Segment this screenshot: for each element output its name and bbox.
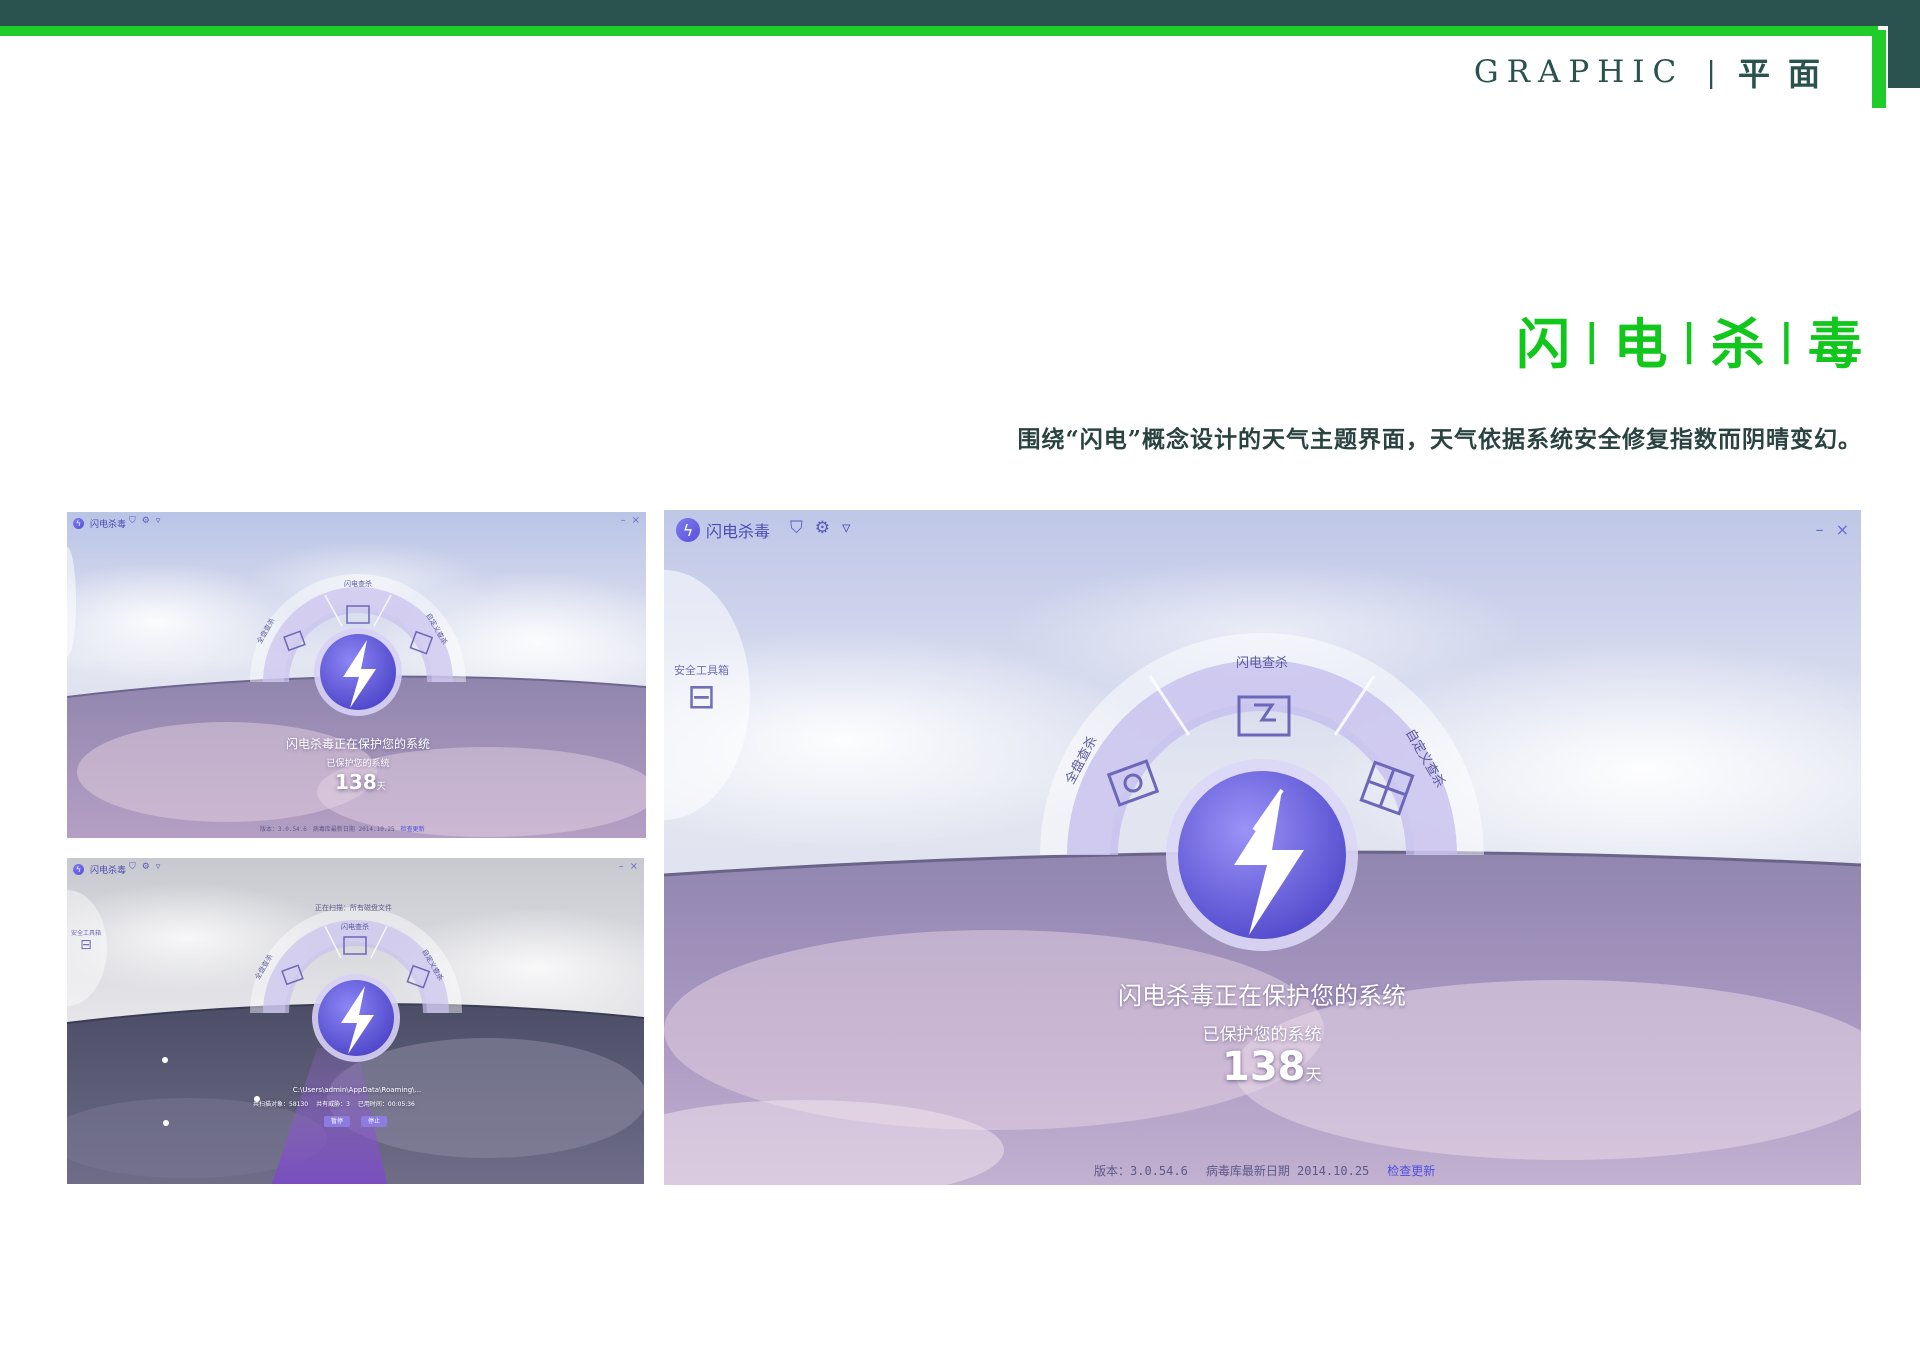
status-sub: 已保护您的系统 [1202, 1025, 1322, 1045]
footer-version: 版本：3.0.54.6 [260, 826, 307, 833]
menu-chevron-icon[interactable]: ▿ [156, 862, 161, 872]
scan-found: 共有威胁：3 [316, 1101, 350, 1108]
corner-accent-bar [1872, 30, 1886, 108]
footer-info: 版本：3.0.54.6 病毒库最新日期 2014.10.25 检查更新 [260, 824, 425, 833]
toolbox-label: 安全工具箱 [71, 930, 102, 937]
app-brand: ϟ 闪电杀毒 [676, 518, 770, 542]
titlebar-tools: ⛉ ⚙ ▿ [129, 862, 160, 872]
screenshot-scanning-small: ϟ 闪电杀毒 ⛉ ⚙ ▿ – × 安全工具箱 ⊟ 正在扫描：所有磁盘文件 闪电查… [67, 858, 644, 1184]
title-char: 电 [1613, 312, 1668, 376]
shirt-icon[interactable]: ⛉ [790, 518, 803, 538]
scan-path: C:\Users\admin\AppData\Roaming\... [292, 1086, 422, 1094]
menu-chevron-icon[interactable]: ▿ [156, 516, 161, 526]
protected-days: 138 天 [1222, 1044, 1322, 1090]
scan-time: 已用时间：00:05:36 [357, 1101, 415, 1108]
check-update-link[interactable]: 检查更新 [1387, 1162, 1435, 1179]
titlebar-tools: ⛉ ⚙ ▿ [790, 518, 851, 538]
window-controls: – × [621, 515, 640, 526]
close-button[interactable]: × [630, 861, 638, 872]
gear-icon[interactable]: ⚙ [142, 862, 150, 872]
app-name: 闪电杀毒 [90, 866, 127, 876]
title-char: 毒 [1808, 312, 1862, 376]
footer-version: 版本：3.0.54.6 [1094, 1164, 1188, 1178]
status-main: 闪电杀毒正在保护您的系统 [1118, 982, 1406, 1010]
days-value: 138 [1222, 1044, 1306, 1090]
title-separator: | [1778, 315, 1794, 364]
title-separator: | [1681, 315, 1697, 364]
footer-info: 版本：3.0.54.6 病毒库最新日期 2014.10.25 检查更新 [1094, 1162, 1435, 1179]
pause-button[interactable]: 暂停 [324, 1116, 350, 1127]
app-brand: ϟ 闪电杀毒 [73, 517, 126, 530]
days-unit: 天 [376, 782, 386, 792]
segment-quick-scan[interactable]: 闪电查杀 [341, 922, 369, 932]
screenshot-normal-small: ϟ 闪电杀毒 ⛉ ⚙ ▿ – × 闪电查杀 全盘查杀 自定义查杀 闪电杀毒正在保… [67, 512, 646, 838]
shirt-icon[interactable]: ⛉ [129, 862, 136, 872]
status-main: 闪电杀毒正在保护您的系统 [285, 737, 430, 751]
app-brand: ϟ 闪电杀毒 [73, 863, 126, 876]
toolbox-icon: ⊟ [687, 677, 716, 717]
page-subtitle: 围绕“闪电”概念设计的天气主题界面，天气依据系统安全修复指数而阴晴变幻。 [1017, 426, 1862, 453]
check-update-link[interactable]: 检查更新 [401, 824, 425, 833]
toolbox-button[interactable]: 安全工具箱 ⊟ [71, 928, 101, 953]
toolbox-label: 安全工具箱 [674, 664, 729, 677]
minimize-button[interactable]: – [1816, 520, 1824, 539]
days-unit: 天 [1305, 1065, 1322, 1084]
gear-icon[interactable]: ⚙ [815, 518, 830, 538]
stop-button[interactable]: 停止 [361, 1116, 387, 1127]
section-label: GRAPHIC | 平面 [1473, 52, 1838, 93]
scan-stats: 共扫描对象：58130 共有威胁：3 已用时间：00:05:36 [253, 1099, 415, 1108]
screenshot-normal-large: ϟ 闪电杀毒 ⛉ ⚙ ▿ – × 安全工具箱 ⊟ 闪电查杀 全盘查杀 自定义查杀… [664, 510, 1861, 1185]
toolbox-button[interactable]: 安全工具箱 ⊟ [674, 662, 729, 716]
window-controls: – × [1816, 520, 1849, 539]
lightning-logo-icon: ϟ [73, 518, 84, 529]
scan-scanned: 共扫描对象：58130 [253, 1101, 309, 1108]
titlebar-tools: ⛉ ⚙ ▿ [129, 516, 160, 526]
section-label-separator: | [1706, 55, 1716, 89]
lightning-logo-icon: ϟ [676, 518, 700, 542]
shirt-icon[interactable]: ⛉ [129, 516, 136, 526]
title-char: 闪 [1516, 312, 1571, 376]
minimize-button[interactable]: – [619, 861, 624, 872]
toolbox-icon: ⊟ [80, 937, 92, 953]
top-band [0, 0, 1920, 26]
section-label-cn: 平面 [1737, 55, 1838, 93]
minimize-button[interactable]: – [621, 515, 626, 526]
protected-days: 138 天 [335, 770, 386, 794]
lightning-logo-icon: ϟ [73, 864, 84, 875]
scan-target: 正在扫描：所有磁盘文件 [315, 904, 392, 912]
close-button[interactable]: × [1836, 520, 1849, 539]
corner-block [1888, 26, 1920, 88]
menu-chevron-icon[interactable]: ▿ [842, 518, 851, 538]
top-accent-stripe [0, 26, 1878, 36]
title-separator: | [1584, 315, 1600, 364]
app-name: 闪电杀毒 [90, 520, 127, 530]
page-title: 闪 | 电 | 杀 | 毒 [1516, 300, 1862, 379]
segment-quick-scan[interactable]: 闪电查杀 [344, 579, 372, 589]
days-value: 138 [335, 770, 377, 794]
gear-icon[interactable]: ⚙ [142, 516, 150, 526]
section-label-en: GRAPHIC [1473, 54, 1685, 90]
status-sub: 已保护您的系统 [326, 759, 390, 769]
close-button[interactable]: × [632, 515, 640, 526]
window-controls: – × [619, 861, 638, 872]
footer-db-date: 病毒库最新日期 2014.10.25 [1205, 1164, 1370, 1178]
segment-quick-scan[interactable]: 闪电查杀 [1236, 652, 1288, 671]
footer-db-date: 病毒库最新日期 2014.10.25 [312, 826, 395, 833]
title-char: 杀 [1710, 312, 1765, 376]
app-name: 闪电杀毒 [706, 522, 771, 541]
